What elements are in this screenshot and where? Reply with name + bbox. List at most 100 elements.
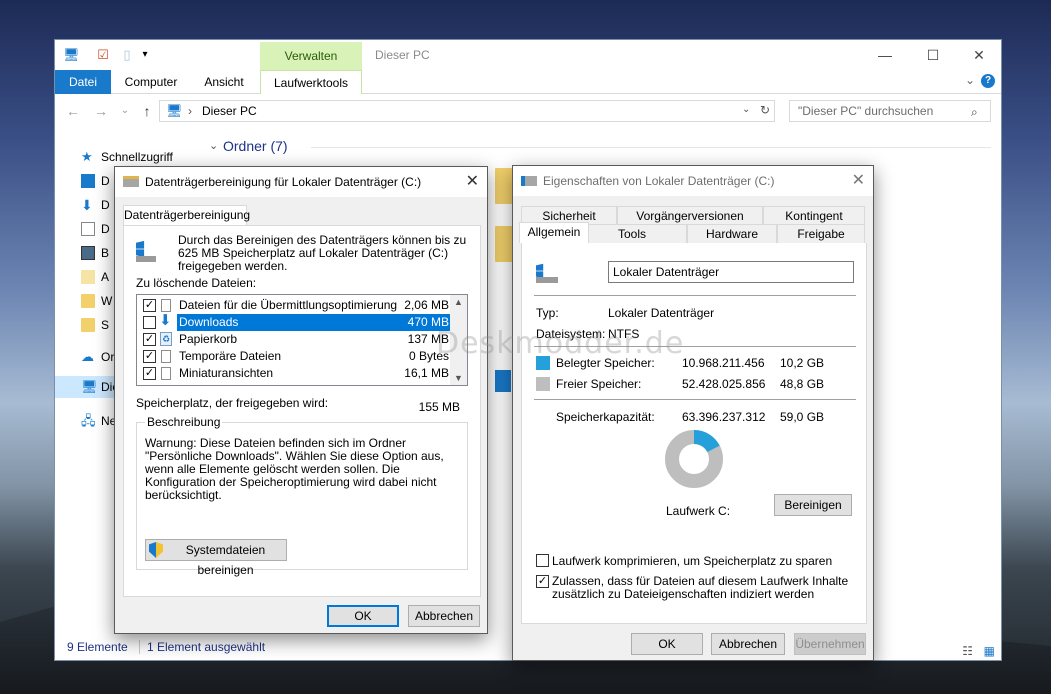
capacity-gb: 59,0 GB — [780, 410, 825, 424]
files-list: ✓ Dateien für die Übermittlungsoptimieru… — [136, 294, 468, 386]
list-item[interactable]: ✓ Miniaturansichten 16,1 MB — [139, 365, 451, 382]
drive-name-input[interactable]: Lokaler Datenträger — [608, 261, 854, 283]
desktop-icon — [81, 174, 95, 188]
new-folder-icon[interactable]: ▯ — [119, 47, 135, 63]
list-item[interactable]: ✓ Dateien für die Übermittlungsoptimieru… — [139, 297, 451, 314]
tab-ansicht[interactable]: Ansicht — [195, 70, 253, 94]
used-space-gb: 10,2 GB — [780, 356, 825, 370]
tab-tools[interactable]: Tools — [577, 224, 687, 243]
tab-vorgaengerversionen[interactable]: Vorgängerversionen — [617, 206, 763, 225]
apply-button[interactable]: Übernehmen — [794, 633, 866, 655]
close-icon[interactable]: ✕ — [466, 167, 479, 197]
download-icon: ⬇ — [159, 312, 172, 329]
cancel-button[interactable]: Abbrechen — [711, 633, 785, 655]
drive-label: Laufwerk C: — [666, 504, 731, 518]
cancel-button[interactable]: Abbrechen — [408, 605, 480, 627]
properties-dialog: Eigenschaften von Lokaler Datenträger (C… — [512, 165, 874, 661]
status-selected: 1 Element ausgewählt — [147, 640, 266, 654]
refresh-icon[interactable]: ↻ — [760, 103, 770, 117]
folder-icon[interactable] — [495, 226, 513, 262]
sidebar-item-schnellzugriff[interactable]: ★ Schnellzugriff — [55, 146, 205, 168]
tab-kontingent[interactable]: Kontingent — [763, 206, 865, 225]
files-list-label: Zu löschende Dateien: — [136, 276, 257, 290]
back-icon[interactable]: ← — [65, 102, 81, 120]
quick-access-dropdown-icon[interactable]: ▾ — [137, 47, 153, 63]
free-space-label: Freier Speicher: — [556, 377, 642, 391]
context-tab-verwalten[interactable]: Verwalten — [260, 42, 362, 70]
freed-space-label: Speicherplatz, der freigegeben wird: — [136, 396, 329, 410]
tab-datentraegerbereinigung[interactable]: Datenträgerbereinigung — [123, 205, 250, 226]
free-space-gb: 48,8 GB — [780, 377, 825, 391]
ribbon-tabs: Datei Computer Ansicht Laufwerktools — [55, 70, 1001, 94]
section-divider — [311, 147, 991, 148]
document-icon — [161, 350, 171, 363]
status-divider — [139, 640, 140, 654]
list-item[interactable]: ✓ Temporäre Dateien 0 Bytes — [139, 348, 451, 365]
help-icon[interactable]: ? — [981, 74, 995, 88]
address-dropdown-icon[interactable]: ⌄ — [742, 104, 750, 115]
scroll-down-icon[interactable]: ▼ — [454, 373, 463, 383]
drive-icon[interactable] — [495, 370, 511, 392]
index-checkbox[interactable]: ✓ — [536, 575, 549, 588]
capacity-label: Speicherkapazität: — [556, 410, 655, 424]
type-value: Lokaler Datenträger — [608, 306, 715, 320]
cleanup-button[interactable]: Bereinigen — [774, 494, 852, 516]
system-files-cleanup-button[interactable]: Systemdateien bereinigen — [145, 539, 287, 577]
scroll-up-icon[interactable]: ▲ — [454, 297, 463, 307]
list-item[interactable]: ⬇ Downloads 470 MB — [139, 312, 451, 331]
tab-computer[interactable]: Computer — [119, 70, 183, 94]
recycle-bin-icon: ♻ — [160, 332, 172, 346]
star-icon: ★ — [81, 149, 93, 164]
pictures-icon — [81, 246, 95, 260]
drive-base-icon — [536, 277, 558, 283]
divider — [534, 295, 856, 296]
ok-button[interactable]: OK — [327, 605, 399, 627]
folder-icon[interactable] — [495, 168, 513, 204]
document-icon — [161, 367, 171, 380]
breadcrumb-separator-icon: › — [188, 104, 192, 118]
description-title: Beschreibung — [145, 415, 223, 429]
details-view-icon[interactable]: ☷ — [962, 640, 973, 662]
section-title[interactable]: Ordner (7) — [223, 138, 288, 154]
tab-freigabe[interactable]: Freigabe — [777, 224, 865, 243]
cloud-icon: ☁ — [81, 349, 94, 364]
recent-dropdown-icon[interactable]: ⌄ — [117, 102, 133, 120]
capacity-bytes: 63.396.237.312 — [682, 410, 766, 424]
tab-hardware[interactable]: Hardware — [687, 224, 777, 243]
computer-icon: 🖥 — [166, 103, 183, 118]
properties-icon[interactable]: ☑ — [95, 47, 111, 63]
close-icon[interactable]: ✕ — [967, 45, 991, 65]
tab-datei[interactable]: Datei — [55, 70, 111, 94]
document-icon — [81, 222, 95, 236]
file-checkbox[interactable]: ✓ — [143, 333, 156, 346]
tab-allgemein[interactable]: Allgemein — [519, 222, 589, 243]
forward-icon[interactable]: → — [93, 102, 109, 120]
maximize-icon[interactable]: ☐ — [921, 45, 945, 65]
file-checkbox[interactable]: ✓ — [143, 350, 156, 363]
up-icon[interactable]: ↑ — [139, 102, 155, 120]
search-input[interactable]: "Dieser PC" durchsuchen — [789, 100, 991, 122]
freed-space-value: 155 MB — [418, 400, 460, 414]
cleanup-intro: Durch das Bereinigen des Datenträgers kö… — [178, 233, 467, 273]
disk-cleanup-icon — [123, 176, 139, 187]
index-label: Zulassen, dass für Dateien auf diesem La… — [552, 574, 849, 601]
minimize-icon[interactable]: — — [873, 45, 897, 65]
document-icon — [161, 299, 171, 312]
compress-checkbox[interactable] — [536, 554, 549, 567]
collapse-chevron-icon[interactable]: ⌄ — [209, 139, 218, 152]
ok-button[interactable]: OK — [631, 633, 703, 655]
close-icon[interactable]: ✕ — [852, 166, 865, 196]
list-item[interactable]: ✓ ♻ Papierkorb 137 MB — [139, 331, 451, 348]
tab-laufwerktools[interactable]: Laufwerktools — [260, 70, 362, 94]
file-checkbox[interactable] — [143, 316, 156, 329]
shield-icon — [149, 542, 163, 558]
chevron-down-icon[interactable]: ⌄ — [965, 73, 975, 87]
tiles-view-icon[interactable]: ▦ — [984, 640, 995, 662]
computer-icon: 🖥 — [81, 379, 98, 394]
divider — [534, 399, 856, 400]
address-bar[interactable]: 🖥 › Dieser PC ⌄ ↻ — [159, 100, 775, 122]
address-row: ← → ⌄ ↑ 🖥 › Dieser PC ⌄ ↻ "Dieser PC" du… — [55, 96, 1001, 126]
file-checkbox[interactable]: ✓ — [143, 367, 156, 380]
window-title: Dieser PC — [375, 48, 430, 62]
file-checkbox[interactable]: ✓ — [143, 299, 156, 312]
